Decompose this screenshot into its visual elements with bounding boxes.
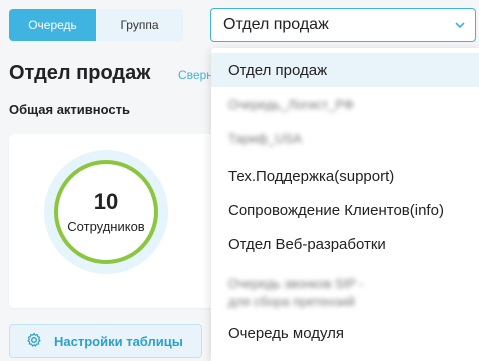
option-label: Отдел продаж [228, 61, 328, 79]
tab-group[interactable]: Группа [96, 9, 183, 41]
collapse-link[interactable]: Сверн [178, 68, 213, 82]
option-label: Отдел Веб-разработки [228, 235, 386, 253]
table-settings-label: Настройки таблицы [54, 333, 183, 349]
option-module-queue[interactable]: Очередь модуля [211, 316, 479, 350]
chevron-down-icon [455, 20, 465, 30]
tab-queue[interactable]: Очередь [9, 9, 96, 41]
option-blurred-3[interactable]: Очередь звонков SIP - для сбора претензи… [211, 270, 479, 316]
queue-dropdown-menu: Отдел продаж Очередь_Логист_РФ Тариф_USA… [211, 48, 479, 361]
option-client-care[interactable]: Сопровождение Клиентов(info) [211, 193, 479, 227]
option-label: Сопровождение Клиентов(info) [228, 201, 444, 219]
employees-count: 10 [93, 189, 119, 215]
option-label: Очередь модуля [228, 324, 345, 342]
table-settings-button[interactable]: Настройки таблицы [9, 324, 202, 358]
gear-icon [26, 332, 42, 351]
queue-select[interactable]: Отдел продаж [210, 8, 476, 42]
employees-donut: 10 Сотрудников [44, 150, 168, 274]
option-support[interactable]: Тех.Поддержка(support) [211, 159, 479, 193]
donut-center: 10 Сотрудников [54, 160, 158, 264]
option-blurred-2[interactable]: Тариф_USA [211, 121, 479, 155]
employees-label: Сотрудников [67, 218, 145, 234]
option-blurred-1[interactable]: Очередь_Логист_РФ [211, 87, 479, 121]
option-label-line1: Очередь звонков SIP - [228, 276, 364, 292]
option-label: Очередь_Логист_РФ [228, 96, 354, 112]
option-label-line2: для сбора претензий [228, 294, 355, 309]
section-title: Общая активность [9, 102, 130, 117]
option-sales[interactable]: Отдел продаж [211, 53, 479, 87]
page-title: Отдел продаж [9, 62, 151, 84]
queue-select-value: Отдел продаж [223, 16, 329, 33]
option-label: Тех.Поддержка(support) [228, 167, 395, 185]
option-web-dev[interactable]: Отдел Веб-разработки [211, 227, 479, 261]
view-toggle: Очередь Группа [9, 9, 183, 41]
option-label: Тариф_USA [228, 130, 302, 146]
